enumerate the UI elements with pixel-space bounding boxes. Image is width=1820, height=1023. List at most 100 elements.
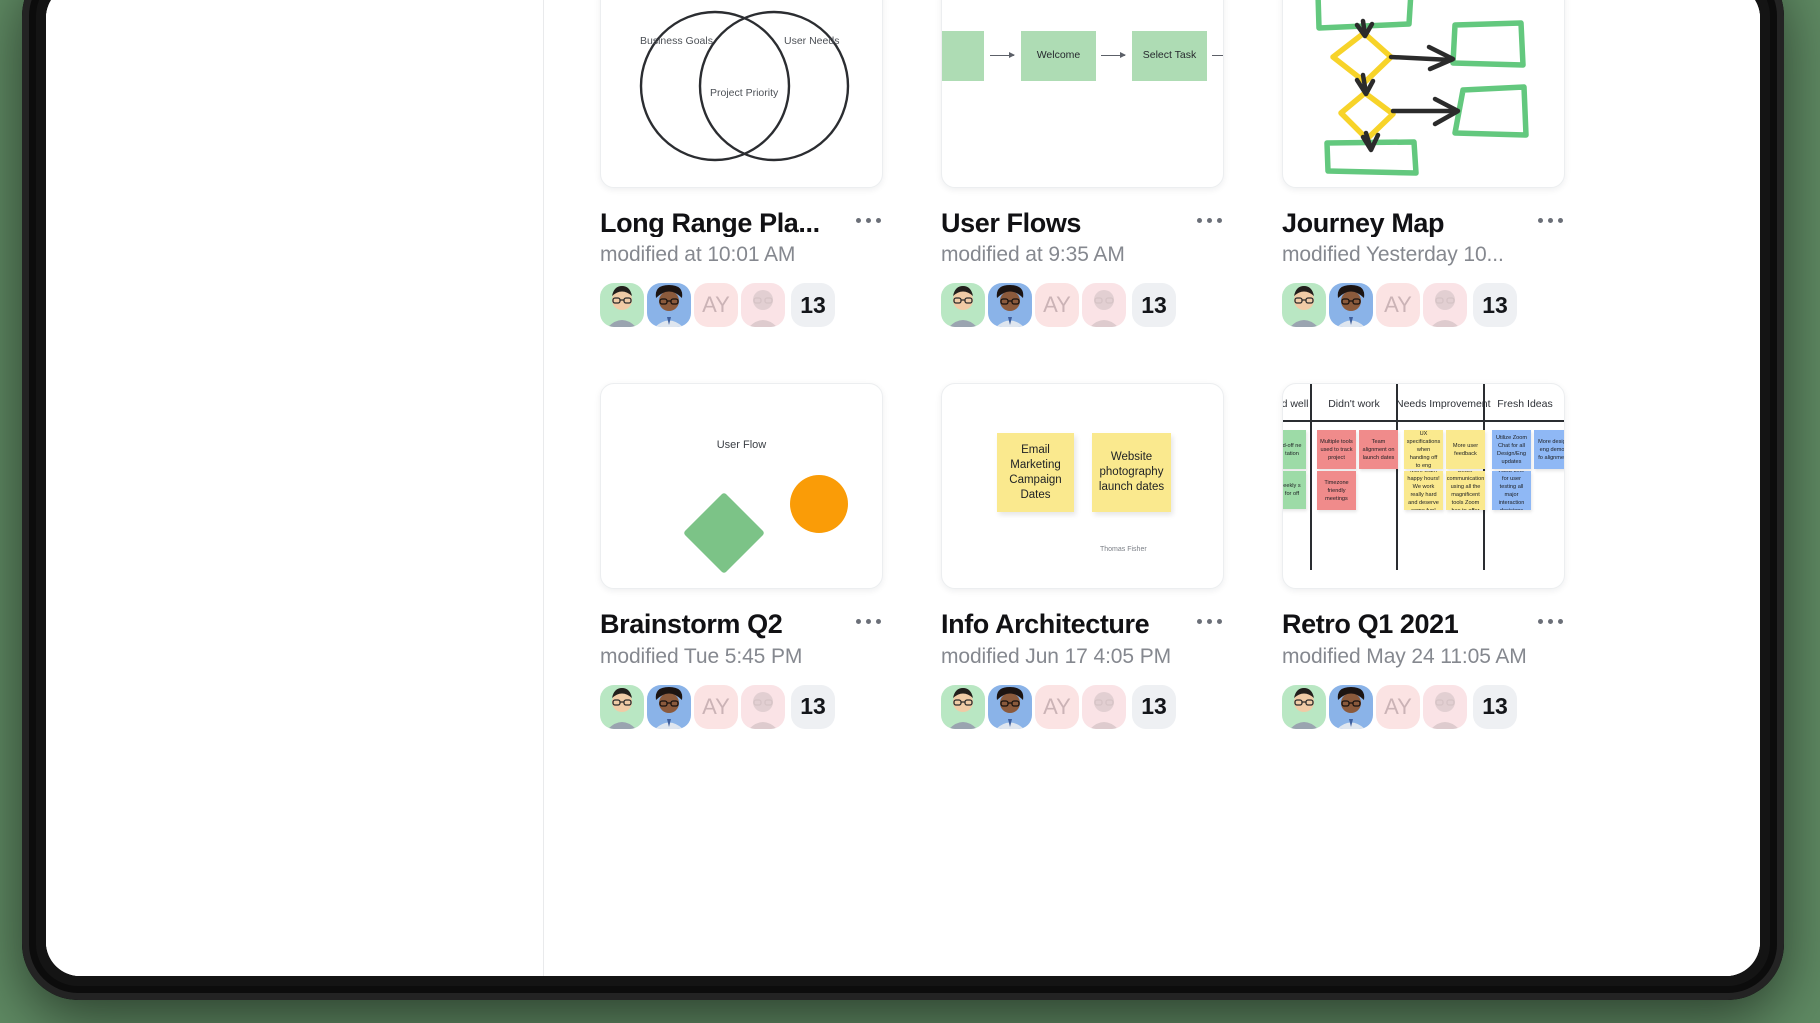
member-count-badge[interactable]: 13 (1132, 283, 1176, 328)
overflow-menu-button[interactable] (1197, 218, 1222, 223)
avatar-initials[interactable]: AY (1035, 283, 1079, 328)
journey-sketch-icon (1315, 0, 1529, 176)
board-card-journey-map[interactable]: Journey Map modified Yesterday 10... AY … (1282, 0, 1565, 328)
board-thumbnail-journey-sketch[interactable] (1282, 0, 1565, 188)
avatar[interactable] (941, 283, 985, 328)
avatar[interactable] (1423, 283, 1467, 328)
card-title[interactable]: Retro Q1 2021 (1282, 610, 1458, 638)
avatar[interactable] (1329, 684, 1373, 729)
retro-note: Allow time for user testing all major in… (1492, 471, 1531, 511)
avatar-initials[interactable]: AY (694, 283, 738, 328)
avatar[interactable] (1329, 283, 1373, 328)
flow-node: Welcome (1021, 31, 1096, 81)
avatar-row[interactable]: AY 13 (1282, 684, 1565, 729)
device-screen: Business Goals User Needs Project Priori… (46, 0, 1760, 976)
sticky-note: Website photography launch dates (1092, 433, 1171, 513)
avatar[interactable] (1282, 283, 1326, 328)
avatar[interactable] (1423, 684, 1467, 729)
card-modified-label: modified Yesterday 10... (1282, 243, 1504, 267)
ellipsis-icon (876, 619, 881, 625)
card-title[interactable]: Brainstorm Q2 (600, 610, 782, 638)
board-thumbnail-shapes[interactable]: User Flow (600, 383, 883, 590)
retro-note: UX specifications when handing off to en… (1404, 430, 1443, 470)
avatar[interactable] (647, 283, 691, 328)
board-thumbnail-retro-board[interactable]: d well Didn't work Needs Improvement Fre… (1282, 383, 1565, 590)
card-title[interactable]: Info Architecture (941, 610, 1149, 638)
device-bezel: Business Goals User Needs Project Priori… (22, 0, 1784, 1000)
board-thumbnail-sticky-notes[interactable]: Email Marketing Campaign Dates Website p… (941, 383, 1224, 590)
ellipsis-icon (1217, 218, 1222, 223)
venn-label-project-priority: Project Priority (710, 87, 779, 99)
card-title[interactable]: Long Range Pla... (600, 209, 820, 237)
avatar[interactable] (600, 684, 644, 729)
overflow-menu-button[interactable] (1538, 619, 1563, 625)
board-card-user-flows[interactable]: Welcome Select Task User Flows modified … (941, 0, 1224, 328)
card-title[interactable]: Journey Map (1282, 209, 1444, 237)
circle-shape-icon (790, 475, 848, 534)
member-count-badge[interactable]: 13 (1132, 684, 1176, 729)
avatar[interactable] (741, 684, 785, 729)
avatar-row[interactable]: AY 13 (600, 684, 883, 729)
avatar[interactable] (1082, 283, 1126, 328)
avatar-row[interactable]: AY 13 (600, 283, 883, 328)
flow-arrow-icon (1212, 55, 1223, 56)
ellipsis-icon (1217, 619, 1222, 625)
avatar-initials[interactable]: AY (1376, 684, 1420, 729)
board-card-brainstorm-q2[interactable]: User Flow Brainstorm Q2 modified Tue 5:4… (600, 383, 883, 729)
overflow-menu-button[interactable] (1197, 619, 1222, 625)
avatar-initials[interactable]: AY (1035, 684, 1079, 729)
board-card-long-range-planning[interactable]: Business Goals User Needs Project Priori… (600, 0, 883, 328)
ellipsis-icon (1558, 619, 1563, 625)
avatar[interactable] (1282, 684, 1326, 729)
ellipsis-icon (1197, 619, 1202, 625)
retro-note: d-off ne tation (1283, 430, 1306, 470)
member-count-badge[interactable]: 13 (791, 684, 835, 729)
avatar[interactable] (600, 283, 644, 328)
avatar[interactable] (988, 684, 1032, 729)
ellipsis-icon (1548, 218, 1553, 223)
retro-note: Utilize Zoom Chat for all Design/Eng upd… (1492, 430, 1531, 470)
ellipsis-icon (1538, 218, 1543, 223)
avatar-row[interactable]: AY 13 (941, 684, 1224, 729)
overflow-menu-button[interactable] (856, 619, 881, 625)
card-modified-label: modified May 24 11:05 AM (1282, 644, 1527, 668)
board-thumbnail-venn[interactable]: Business Goals User Needs Project Priori… (600, 0, 883, 188)
ellipsis-icon (866, 619, 871, 625)
retro-header-divider (1283, 420, 1564, 423)
member-count-badge[interactable]: 13 (791, 283, 835, 328)
board-card-retro-q1-2021[interactable]: d well Didn't work Needs Improvement Fre… (1282, 383, 1565, 729)
ellipsis-icon (1558, 218, 1563, 223)
ellipsis-icon (1197, 218, 1202, 223)
overflow-menu-button[interactable] (856, 218, 881, 223)
retro-column-title: Didn't work (1328, 398, 1380, 411)
avatar-initials[interactable]: AY (694, 684, 738, 729)
member-count-badge[interactable]: 13 (1473, 283, 1517, 328)
venn-label-business-goals: Business Goals (640, 35, 713, 47)
shapes-label: User Flow (716, 439, 767, 452)
ellipsis-icon (876, 218, 881, 223)
retro-note: More team happy hours! We work really ha… (1404, 471, 1443, 511)
retro-note: Better communication using all the magni… (1446, 471, 1485, 511)
board-card-info-architecture[interactable]: Email Marketing Campaign Dates Website p… (941, 383, 1224, 729)
retro-note: More user feedback (1446, 430, 1485, 470)
avatar[interactable] (941, 684, 985, 729)
avatar[interactable] (1082, 684, 1126, 729)
overflow-menu-button[interactable] (1538, 218, 1563, 223)
board-content-area[interactable]: Business Goals User Needs Project Priori… (544, 0, 1760, 976)
retro-column-divider (1396, 384, 1398, 571)
card-title[interactable]: User Flows (941, 209, 1081, 237)
avatar[interactable] (647, 684, 691, 729)
ellipsis-icon (1207, 218, 1212, 223)
board-thumbnail-flowchart[interactable]: Welcome Select Task (941, 0, 1224, 188)
ellipsis-icon (1538, 619, 1543, 625)
avatar-row[interactable]: AY 13 (941, 283, 1224, 328)
avatar-row[interactable]: AY 13 (1282, 283, 1565, 328)
card-modified-label: modified Tue 5:45 PM (600, 644, 803, 668)
sticky-note-author: Thomas Fisher (1100, 546, 1147, 554)
avatar-initials[interactable]: AY (1376, 283, 1420, 328)
member-count-badge[interactable]: 13 (1473, 684, 1517, 729)
sidebar-panel (46, 0, 544, 976)
avatar[interactable] (741, 283, 785, 328)
avatar[interactable] (988, 283, 1032, 328)
card-modified-label: modified at 9:35 AM (941, 243, 1125, 267)
